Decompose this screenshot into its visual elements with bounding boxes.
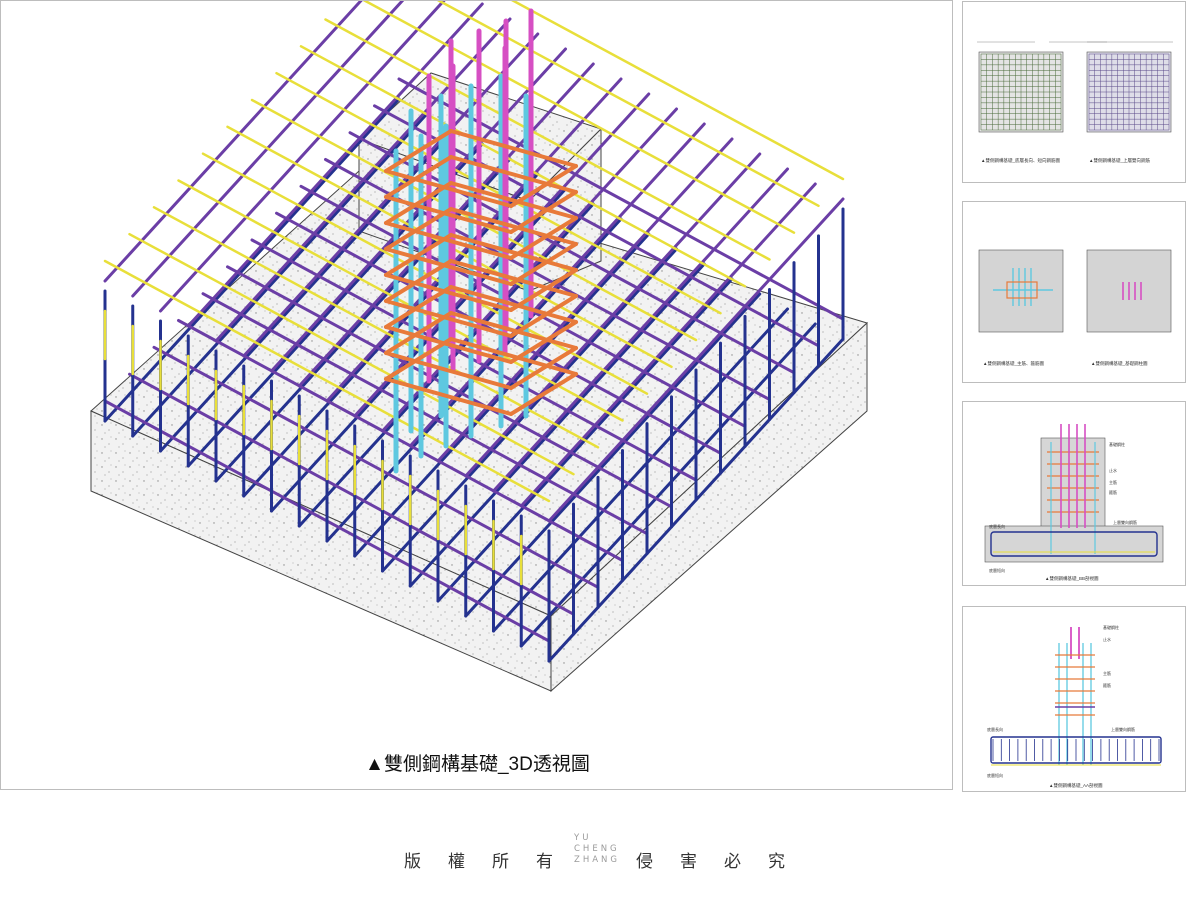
logo-line: CHENG	[574, 844, 620, 854]
footer-char: 所	[492, 852, 509, 871]
footer-char: 版	[404, 852, 421, 871]
aa-label-main: 主筋	[1103, 671, 1111, 676]
bb-label-bottom-short: 底層短向	[989, 568, 1005, 573]
aa-label-bottom-short: 底層短向	[987, 773, 1003, 778]
footer-char: 有	[536, 852, 553, 871]
thumb2-caption-left: ▲雙側鋼構基礎_主筋、箍筋圖	[983, 361, 1044, 366]
main-3d-view: ▲雙側鋼構基礎_3D透視圖	[0, 0, 953, 790]
footer-char: 權	[448, 852, 465, 871]
bb-label-water: 止水	[1109, 468, 1117, 473]
plan-drawings	[978, 249, 1172, 333]
brand-logo: YU CHENG ZHANG	[574, 833, 622, 866]
plan-drawings	[977, 41, 1173, 133]
logo-line: YU	[574, 833, 592, 843]
thumb1-caption-left: ▲雙側鋼構基礎_底層長向、短向鋼筋圖	[981, 158, 1060, 163]
bb-label-steel: 基礎鋼柱	[1109, 442, 1125, 447]
footer-char: 害	[680, 852, 697, 871]
main-caption: ▲雙側鋼構基礎_3D透視圖	[365, 754, 590, 775]
aa-label-water: 止水	[1103, 637, 1111, 642]
thumb3-caption: ▲雙側鋼構基礎_BB剖視圖	[1045, 576, 1099, 581]
footer-char: 究	[768, 852, 785, 871]
thumbnail-bottom-bars[interactable]: ▲雙側鋼構基礎_底層長向、短向鋼筋圖 ▲雙側鋼構基礎_上層雙向鋼筋	[962, 1, 1186, 183]
aa-label-steel: 基礎鋼柱	[1103, 625, 1119, 630]
footer-char: 侵	[636, 852, 653, 871]
thumb2-caption-right: ▲雙側鋼構基礎_基礎鋼柱圖	[1091, 361, 1148, 366]
section-drawing	[990, 627, 1162, 766]
footer-char: 必	[724, 852, 741, 871]
aa-label-stirrup: 箍筋	[1103, 683, 1111, 688]
thumb4-caption: ▲雙側鋼構基礎_AA剖視圖	[1049, 783, 1103, 788]
bb-label-main: 主筋	[1109, 480, 1117, 485]
aa-label-top: 上層雙向鋼筋	[1111, 727, 1135, 732]
copyright-footer: 版 權 所 有 YU CHENG ZHANG 侵 害 必 究	[0, 833, 1186, 883]
thumbnail-column-bars[interactable]: ▲雙側鋼構基礎_主筋、箍筋圖 ▲雙側鋼構基礎_基礎鋼柱圖	[962, 201, 1186, 383]
section-drawing	[984, 424, 1164, 563]
bb-label-bottom-long: 底層長向	[989, 524, 1005, 529]
bb-label-stirrup: 箍筋	[1109, 490, 1117, 495]
thumbnail-section-bb[interactable]: 基礎鋼柱 止水 箍筋 主筋 上層雙向鋼筋 底層長向 底層短向 ▲雙側鋼構基礎_B…	[962, 401, 1186, 586]
aa-label-bottom-long: 底層長向	[987, 727, 1003, 732]
bb-label-top: 上層雙向鋼筋	[1113, 520, 1137, 525]
foundation-3d-drawing	[90, 1, 868, 693]
thumbnail-section-aa[interactable]: 基礎鋼柱 止水 箍筋 主筋 上層雙向鋼筋 底層長向 底層短向 ▲雙側鋼構基礎_A…	[962, 606, 1186, 792]
thumb1-caption-right: ▲雙側鋼構基礎_上層雙向鋼筋	[1089, 158, 1150, 163]
logo-line: ZHANG	[574, 855, 620, 865]
